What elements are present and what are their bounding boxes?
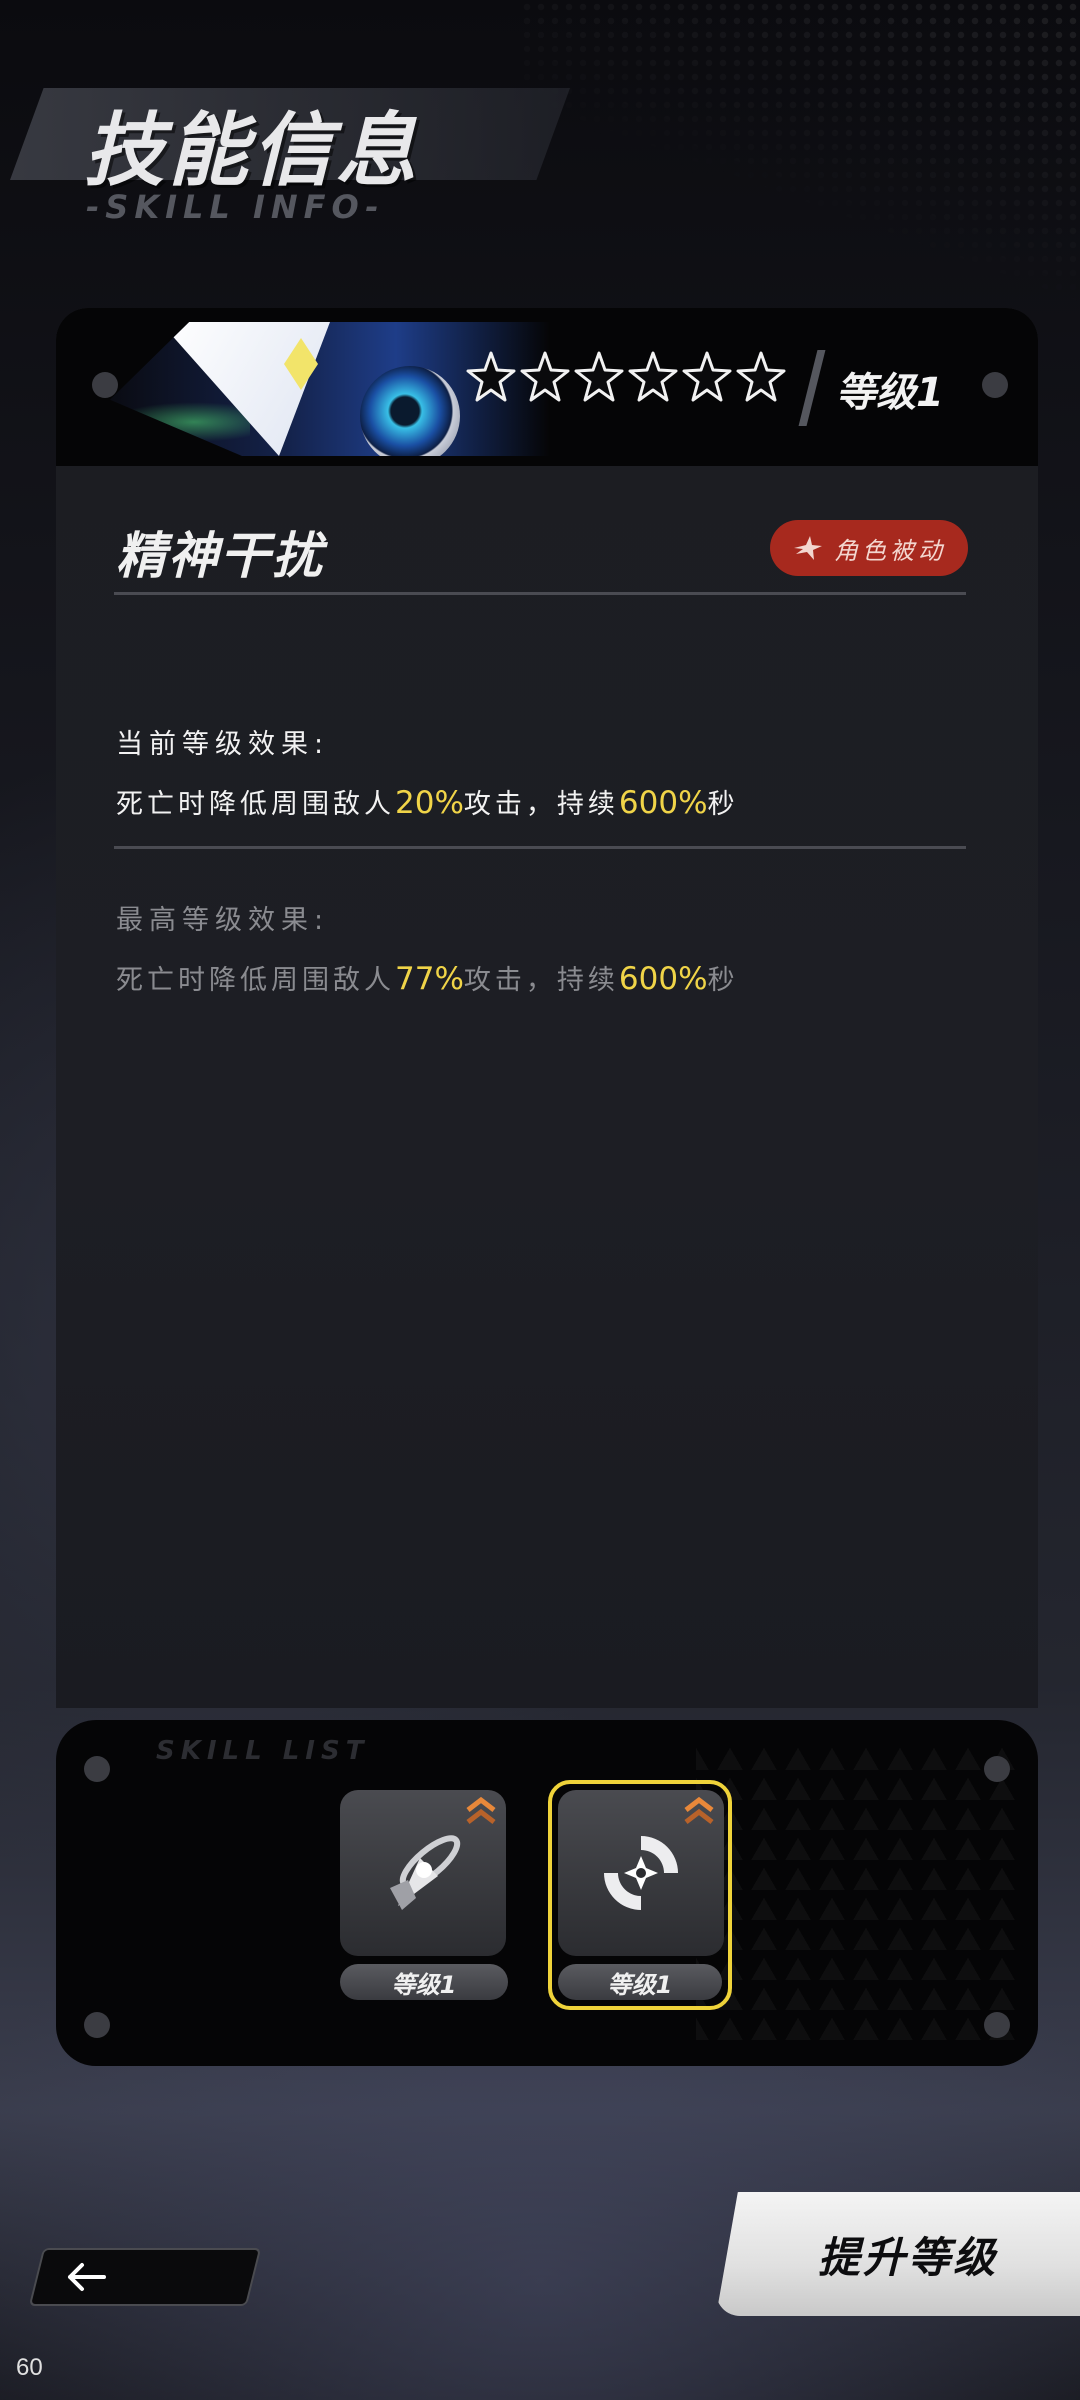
screw-icon <box>982 372 1008 398</box>
skill-list-title: SKILL LIST <box>156 1736 370 1766</box>
upgrade-chevron-icon <box>466 1796 496 1824</box>
current-effect-value1: 20% <box>395 785 464 821</box>
star-icon <box>466 351 516 402</box>
upgrade-label: 提升等级 <box>817 2232 998 2282</box>
rocket-icon <box>390 1835 461 1910</box>
tag-label: 角色被动 <box>834 536 946 565</box>
max-effect-value1: 77% <box>395 961 464 997</box>
skill-detail-card: 等级1 精神干扰 角色被动 当前等级效果: 死亡时降低周围敌人20%攻击，持续6… <box>56 308 1038 1708</box>
screw-icon <box>984 1756 1010 1782</box>
upgrade-level-button[interactable]: 提升等级 <box>716 2192 1080 2316</box>
star-icon <box>736 351 786 402</box>
screw-icon <box>84 2012 110 2038</box>
star-wing-icon <box>794 536 822 560</box>
back-button[interactable] <box>28 2248 262 2306</box>
screw-icon <box>92 372 118 398</box>
level-label: 等级1 <box>836 370 944 416</box>
star-icon <box>682 351 732 402</box>
skill-list-panel: SKILL LIST 等级1 等级1 <box>56 1720 1038 2066</box>
skill-slot-level: 等级1 <box>340 1964 508 2000</box>
max-effect-value2: 600% <box>618 961 708 997</box>
screw-icon <box>84 1756 110 1782</box>
arrow-left-icon <box>68 2263 106 2291</box>
current-effect-value2: 600% <box>618 785 708 821</box>
header-dot-pattern <box>520 0 1080 340</box>
page-subtitle: -SKILL INFO- <box>86 188 385 226</box>
level-divider <box>798 350 826 426</box>
triangle-pattern <box>696 1740 1016 2040</box>
divider <box>114 592 966 595</box>
star-icon <box>520 351 570 402</box>
page-title: 技能信息 <box>84 104 420 197</box>
screw-icon <box>984 2012 1010 2038</box>
max-effect-title: 最高等级效果: <box>116 905 330 936</box>
current-effect-title: 当前等级效果: <box>116 729 330 760</box>
star-rating <box>466 350 786 404</box>
card-header: 等级1 <box>56 308 1038 466</box>
star-icon <box>628 351 678 402</box>
current-effect-text: 死亡时降低周围敌人20%攻击，持续600%秒 <box>116 785 739 821</box>
max-effect-text: 死亡时降低周围敌人77%攻击，持续600%秒 <box>116 961 739 997</box>
fps-counter: 60 <box>16 2354 43 2381</box>
star-icon <box>574 351 624 402</box>
passive-tag: 角色被动 <box>770 520 968 576</box>
upgrade-chevron-icon <box>684 1796 714 1824</box>
skill-slot-2[interactable]: 等级1 <box>548 1780 732 2010</box>
divider <box>114 846 966 849</box>
skill-slot-1[interactable]: 等级1 <box>340 1790 508 2000</box>
skill-name: 精神干扰 <box>116 527 324 585</box>
crosshair-icon <box>604 1836 678 1910</box>
skill-slot-level: 等级1 <box>558 1964 722 2000</box>
